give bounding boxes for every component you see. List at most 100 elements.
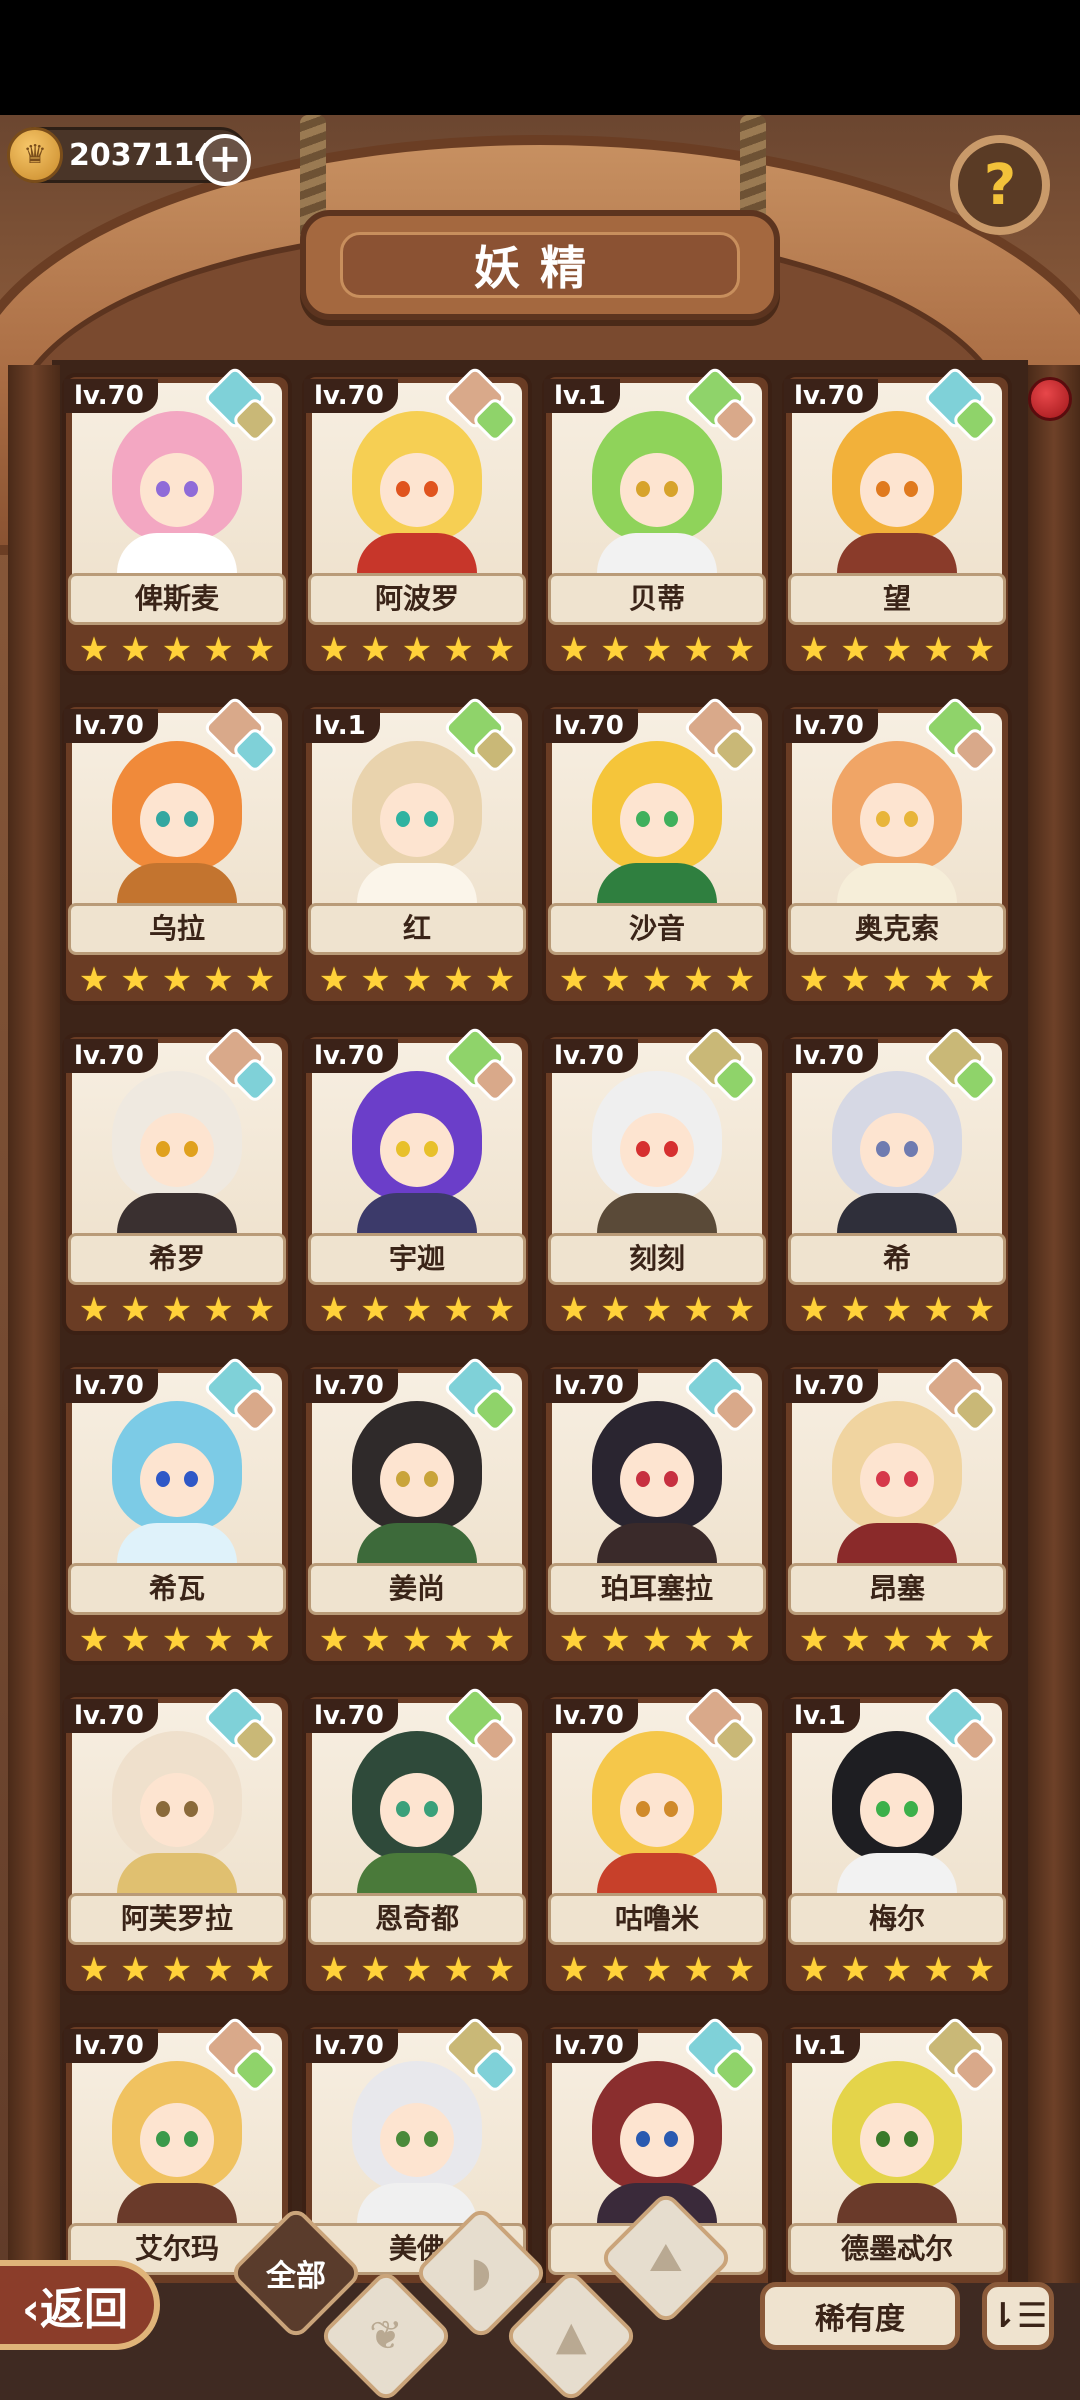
- fairy-name: 珀耳塞拉: [548, 1563, 766, 1615]
- star-icon: ★: [840, 1290, 871, 1330]
- fairy-card[interactable]: lv.1德墨忒尔★★★★★: [782, 2015, 1012, 2325]
- fairy-card[interactable]: lv.70 阿波罗 ★ ★ ★ ★ ★: [302, 365, 532, 675]
- status-bar: [0, 0, 1080, 115]
- fairy-card[interactable]: lv.1 红 ★ ★ ★ ★ ★: [302, 695, 532, 1005]
- star-icon: ★: [360, 1620, 391, 1660]
- star-icon: ★: [78, 1290, 110, 1330]
- star-icon: ★: [318, 630, 350, 670]
- star-icon: ★: [600, 1620, 631, 1660]
- fairy-card[interactable]: lv.70 昂塞 ★ ★ ★ ★ ★: [782, 1355, 1012, 1665]
- fairy-name: 望: [788, 573, 1006, 625]
- fairy-level: lv.70: [304, 2029, 398, 2063]
- star-icon: ★: [840, 960, 871, 1000]
- star-icon: ★: [558, 960, 590, 1000]
- star-icon: ★: [683, 1950, 714, 1990]
- star-icon: ★: [881, 1950, 913, 1990]
- fairy-name: 姜尚: [308, 1563, 526, 1615]
- fairy-card[interactable]: lv.70 阿芙罗拉 ★ ★ ★ ★ ★: [62, 1685, 292, 1995]
- fairy-card[interactable]: lv.70 刻刻 ★ ★ ★ ★ ★: [542, 1025, 772, 1335]
- fairy-card[interactable]: lv.70 沙音 ★ ★ ★ ★ ★: [542, 695, 772, 1005]
- star-icon: ★: [203, 1950, 234, 1990]
- fairy-level: lv.70: [64, 379, 158, 413]
- fairy-card[interactable]: lv.70 乌拉 ★ ★ ★ ★ ★: [62, 695, 292, 1005]
- fairy-card[interactable]: lv.70 望 ★ ★ ★ ★ ★: [782, 365, 1012, 675]
- fairy-name: 俾斯麦: [68, 573, 286, 625]
- star-icon: ★: [724, 1290, 756, 1330]
- right-pillar: [1028, 365, 1080, 2395]
- star-icon: ★: [840, 1950, 871, 1990]
- star-rating: ★★★★★: [796, 1953, 998, 1987]
- sort-order-button[interactable]: ⇂☰: [982, 2282, 1054, 2350]
- star-icon: ★: [964, 960, 996, 1000]
- star-icon: ★: [244, 960, 276, 1000]
- star-icon: ★: [443, 960, 474, 1000]
- fairy-card[interactable]: lv.70 希罗 ★ ★ ★ ★ ★: [62, 1025, 292, 1335]
- star-icon: ★: [798, 630, 830, 670]
- star-rating: ★★★★★: [556, 1623, 758, 1657]
- fairy-card[interactable]: lv.70 姜尚 ★ ★ ★ ★ ★: [302, 1355, 532, 1665]
- star-rating: ★★★★★: [556, 963, 758, 997]
- star-icon: ★: [600, 960, 631, 1000]
- fairy-card[interactable]: lv.70 咕噜米 ★ ★ ★ ★ ★: [542, 1685, 772, 1995]
- star-icon: ★: [724, 960, 756, 1000]
- fairy-card[interactable]: lv.70 希瓦 ★ ★ ★ ★ ★: [62, 1355, 292, 1665]
- star-icon: ★: [443, 1950, 474, 1990]
- currency-value: 2037114: [69, 137, 216, 173]
- star-rating: ★★★★★: [76, 1623, 278, 1657]
- fairy-card[interactable]: lv.70 俾斯麦 ★ ★ ★ ★ ★: [62, 365, 292, 675]
- fairy-card[interactable]: lv.1 贝蒂 ★ ★ ★ ★ ★: [542, 365, 772, 675]
- star-icon: ★: [683, 630, 714, 670]
- star-icon: ★: [318, 1620, 350, 1660]
- star-icon: ★: [360, 1950, 391, 1990]
- star-icon: ★: [401, 1620, 433, 1660]
- star-icon: ★: [641, 960, 673, 1000]
- star-rating: ★★★★★: [76, 1953, 278, 1987]
- star-icon: ★: [78, 1950, 110, 1990]
- fairy-card[interactable]: lv.70 珀耳塞拉 ★ ★ ★ ★ ★: [542, 1355, 772, 1665]
- fairy-level: lv.70: [544, 1369, 638, 1403]
- star-icon: ★: [683, 1290, 714, 1330]
- fairy-screen: ♛ 2037114 + ? 妖精 lv.70 俾斯麦 ★ ★ ★ ★ ★ lv.70 阿波罗 ★ ★…: [0, 115, 1080, 2400]
- star-icon: ★: [558, 1290, 590, 1330]
- fairy-level: lv.70: [64, 1699, 158, 1733]
- star-icon: ★: [798, 1950, 830, 1990]
- star-icon: ★: [360, 960, 391, 1000]
- star-icon: ★: [881, 630, 913, 670]
- fairy-level: lv.70: [784, 1369, 878, 1403]
- left-pillar: [8, 365, 60, 2395]
- help-button[interactable]: ?: [950, 135, 1050, 235]
- fairy-level: lv.70: [784, 709, 878, 743]
- back-button[interactable]: ‹返回: [0, 2260, 160, 2350]
- fairy-name: 恩奇都: [308, 1893, 526, 1945]
- fairy-level: lv.70: [544, 1039, 638, 1073]
- star-icon: ★: [244, 630, 276, 670]
- star-icon: ★: [558, 1950, 590, 1990]
- star-icon: ★: [120, 1950, 151, 1990]
- star-icon: ★: [401, 960, 433, 1000]
- star-rating: ★★★★★: [796, 1293, 998, 1327]
- star-icon: ★: [318, 960, 350, 1000]
- fairy-card[interactable]: lv.70 希 ★ ★ ★ ★ ★: [782, 1025, 1012, 1335]
- fairy-card[interactable]: lv.1 梅尔 ★ ★ ★ ★ ★: [782, 1685, 1012, 1995]
- star-icon: ★: [161, 1620, 193, 1660]
- fairy-level: lv.70: [64, 1369, 158, 1403]
- fairy-card[interactable]: lv.70 恩奇都 ★ ★ ★ ★ ★: [302, 1685, 532, 1995]
- star-icon: ★: [641, 1620, 673, 1660]
- fairy-name: 刻刻: [548, 1233, 766, 1285]
- star-icon: ★: [360, 630, 391, 670]
- fairy-card[interactable]: lv.70 宇迦 ★ ★ ★ ★ ★: [302, 1025, 532, 1335]
- star-icon: ★: [840, 630, 871, 670]
- star-icon: ★: [161, 960, 193, 1000]
- star-icon: ★: [923, 1290, 954, 1330]
- fairy-name: 宇迦: [308, 1233, 526, 1285]
- star-icon: ★: [244, 1950, 276, 1990]
- star-icon: ★: [724, 630, 756, 670]
- add-currency-button[interactable]: +: [199, 134, 251, 186]
- rarity-sort-button[interactable]: 稀有度: [760, 2282, 960, 2350]
- star-rating: ★★★★★: [556, 1953, 758, 1987]
- fairy-card[interactable]: lv.70 奥克索 ★ ★ ★ ★ ★: [782, 695, 1012, 1005]
- fairy-level: lv.70: [64, 1039, 158, 1073]
- filter-all-label: 全部: [266, 2259, 326, 2294]
- star-icon: ★: [161, 630, 193, 670]
- star-rating: ★★★★★: [796, 963, 998, 997]
